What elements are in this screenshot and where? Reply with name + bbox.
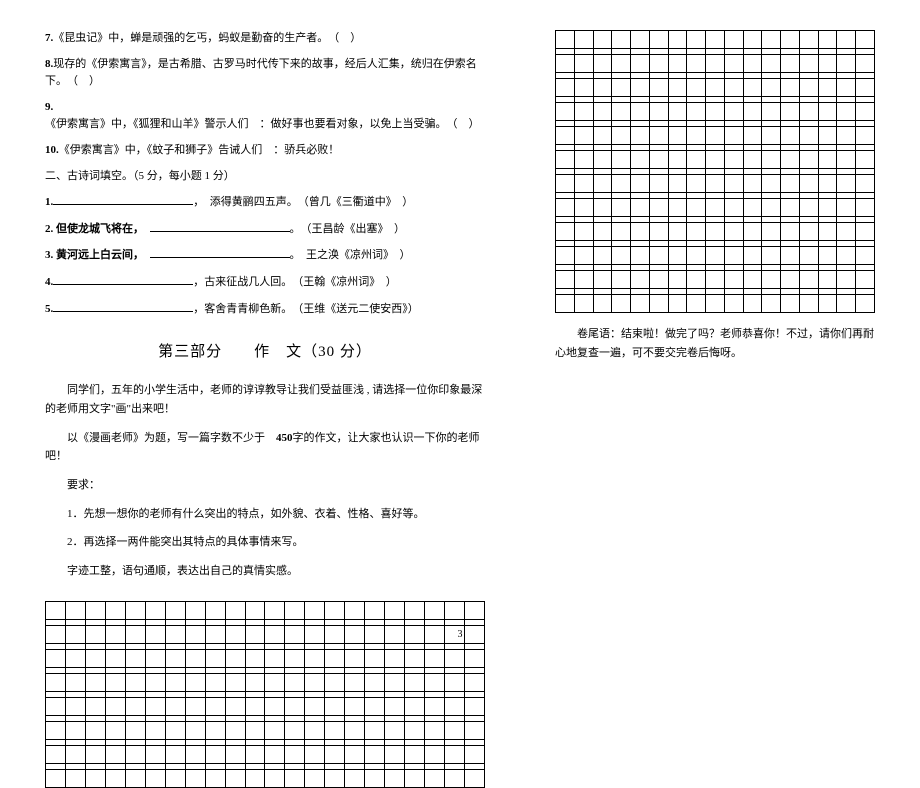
p3-suf: 。 王之涣《凉州词》 ） [290, 249, 411, 261]
question-9: 9.《伊索寓言》中，《狐狸和山羊》警示人们 ：做好事也要看对象，以免上当受骗。 … [45, 99, 485, 134]
right-column: 卷尾语：结束啦！做完了吗？老师恭喜你！不过，请你们再耐心地复查一遍，可不要交完卷… [555, 30, 875, 362]
poem-3: 3. 黄河远上白云间， 。 王之涣《凉州词》 ） [45, 246, 485, 265]
requirements-label: 要求： [45, 476, 485, 495]
requirement-final: 字迹工整，语句通顺，表达出自己的真情实感。 [45, 562, 485, 581]
question-10: 10.《伊索寓言》中，《蚊子和狮子》告诫人们 ：骄兵必败！ [45, 142, 485, 160]
requirement-2: 2．再选择一两件能突出其特点的具体事情来写。 [45, 533, 485, 552]
q8-text: 现存的《伊索寓言》，是古希腊、古罗马时代传下来的故事，经后人汇集，统归在伊索名下… [45, 58, 477, 88]
blank-1[interactable] [53, 193, 193, 205]
page-number: 3 [458, 629, 463, 640]
question-8: 8.现存的《伊索寓言》，是古希腊、古罗马时代传下来的故事，经后人汇集，统归在伊索… [45, 56, 485, 91]
p3-pre: 3. 黄河远上白云间， [45, 249, 150, 261]
blank-3[interactable] [150, 246, 290, 258]
q10-text: 《伊索寓言》中，《蚊子和狮子》告诫人们 ：骄兵必败！ [59, 144, 340, 156]
q9-text: 《伊索寓言》中，《狐狸和山羊》警示人们 ：做好事也要看对象，以免上当受骗。 （ … [45, 118, 480, 130]
p4-pre: 4. [45, 276, 53, 288]
poem-2: 2. 但使龙城飞将在， 。 （王昌龄《出塞》 ） [45, 220, 485, 239]
p4-suf: ，古来征战几人回。 （王翰《凉州词》 ） [193, 276, 397, 288]
topic-num: 450 [276, 432, 293, 444]
topic-paragraph: 以《漫画老师》为题，写一篇字数不少于 450字的作文，让大家也认识一下你的老师吧… [45, 429, 485, 466]
poem-5: 5. ，客舍青青柳色新。 （王维《送元二使安西》） [45, 300, 485, 319]
writing-grid-right[interactable] [555, 30, 875, 313]
p2-pre: 2. 但使龙城飞将在， [45, 223, 150, 235]
section-title-text: 第三部分 作 文（30 分） [158, 344, 372, 360]
q7-text: 《昆虫记》中，蝉是顽强的乞丐，蚂蚁是勤奋的生产者。 （ ） [53, 32, 361, 44]
poem-title: 二、古诗词填空。（5 分，每小题 1 分） [45, 168, 485, 186]
p5-suf: ，客舍青青柳色新。 （王维《送元二使安西》） [193, 303, 419, 315]
intro-paragraph: 同学们，五年的小学生活中，老师的谆谆教导让我们受益匪浅 , 请选择一位你印象最深… [45, 381, 485, 418]
writing-grid-left[interactable] [45, 601, 485, 788]
closing-text: 卷尾语：结束啦！做完了吗？老师恭喜你！不过，请你们再耐心地复查一遍，可不要交完卷… [555, 325, 875, 362]
p1-pre: 1. [45, 196, 53, 208]
p2-suf: 。 （王昌龄《出塞》 ） [290, 223, 406, 235]
p1-suf: ， 添得黄鹂四五声。 （曾几《三衢道中》 ） [193, 196, 413, 208]
q10-pre: 10. [45, 144, 59, 156]
topic-pre: 以《漫画老师》为题，写一篇字数不少于 [67, 432, 276, 444]
blank-4[interactable] [53, 273, 193, 285]
blank-5[interactable] [53, 300, 193, 312]
requirement-1: 1．先想一想你的老师有什么突出的特点，如外貌、衣着、性格、喜好等。 [45, 505, 485, 524]
p5-pre: 5. [45, 303, 53, 315]
blank-2[interactable] [150, 220, 290, 232]
section-title: 第三部分 作 文（30 分） [45, 340, 485, 361]
poem-4: 4. ，古来征战几人回。 （王翰《凉州词》 ） [45, 273, 485, 292]
left-column: 7.《昆虫记》中，蝉是顽强的乞丐，蚂蚁是勤奋的生产者。 （ ） 8.现存的《伊索… [45, 30, 485, 788]
question-7: 7.《昆虫记》中，蝉是顽强的乞丐，蚂蚁是勤奋的生产者。 （ ） [45, 30, 485, 48]
poem-1: 1. ， 添得黄鹂四五声。 （曾几《三衢道中》 ） [45, 193, 485, 212]
